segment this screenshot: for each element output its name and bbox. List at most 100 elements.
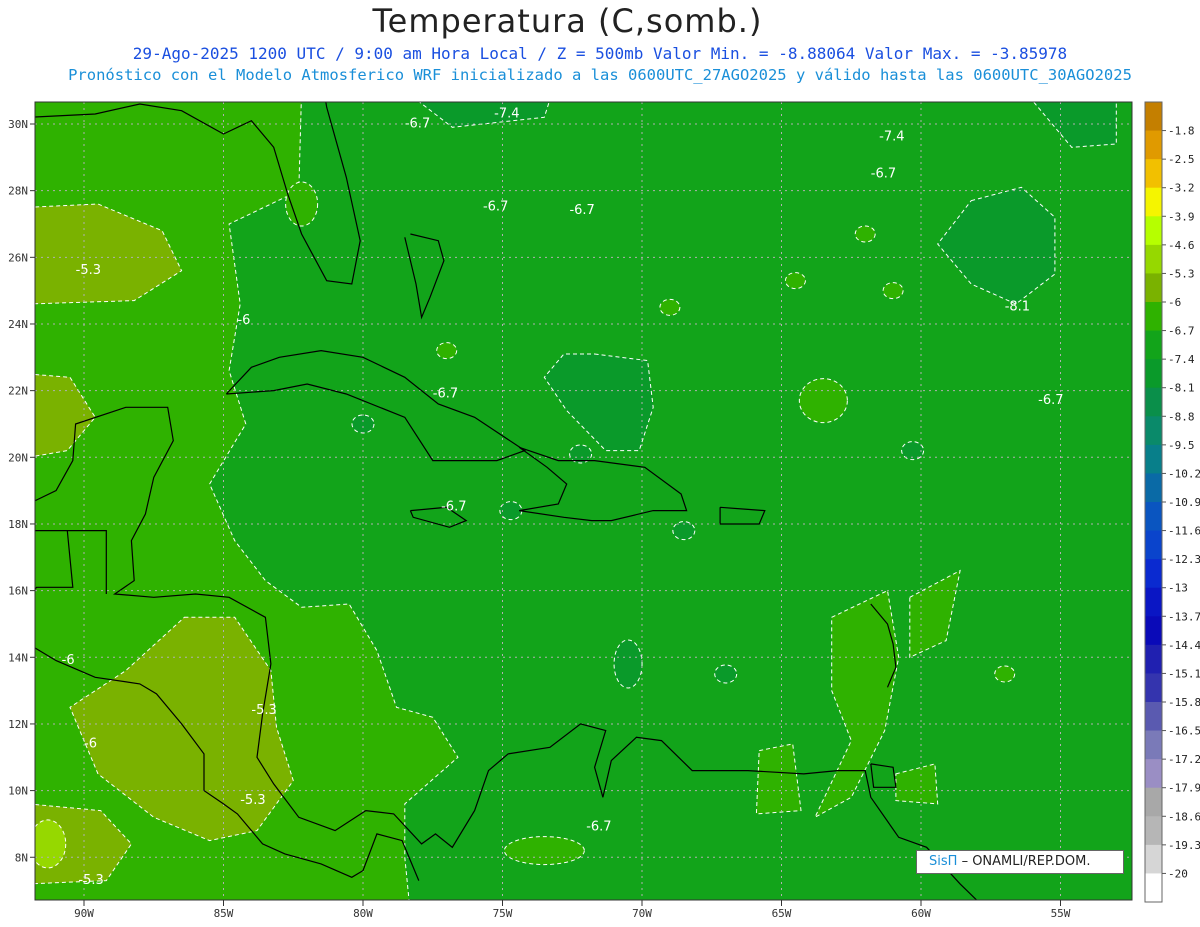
- color-scale-swatch: [1145, 530, 1162, 560]
- contour-label: -6.7: [586, 820, 611, 835]
- color-scale-swatch: [1145, 387, 1162, 417]
- contour-label: -6: [237, 313, 250, 328]
- latitude-label: 8N: [15, 851, 28, 864]
- temperature-patch: [436, 342, 458, 360]
- color-scale-label: -18.6: [1168, 810, 1200, 823]
- color-scale-swatch: [1145, 416, 1162, 446]
- contour-label: -5.3: [240, 793, 265, 808]
- color-scale-label: -13: [1168, 582, 1188, 595]
- color-scale-label: -10.2: [1168, 467, 1200, 480]
- latitude-label: 16N: [8, 585, 28, 598]
- latitude-label: 30N: [8, 118, 28, 131]
- color-scale-label: -8.8: [1168, 410, 1195, 423]
- color-scale-label: -11.6: [1168, 525, 1200, 538]
- longitude-label: 65W: [772, 907, 792, 920]
- color-scale-label: -17.2: [1168, 753, 1200, 766]
- longitude-label: 75W: [493, 907, 513, 920]
- color-scale-label: -15.8: [1168, 696, 1200, 709]
- color-scale-label: -3.2: [1168, 182, 1195, 195]
- color-scale-swatch: [1145, 302, 1162, 332]
- temperature-map: -7.4 -6.7 -7.4 -6.7 -6.7 -6.7 -5.3 -8.1 -6 -6.7 -6…: [8, 101, 1200, 920]
- color-scale-swatch: [1145, 673, 1162, 703]
- color-scale-label: -7.4: [1168, 353, 1195, 366]
- longitude-label: 90W: [74, 907, 94, 920]
- contour-label: -5.3: [251, 703, 276, 718]
- contour-label: -6.7: [441, 500, 466, 515]
- longitude-label: 85W: [214, 907, 234, 920]
- color-scale-label: -9.5: [1168, 439, 1195, 452]
- contour-label: -5.3: [78, 873, 103, 888]
- temperature-patch: [784, 272, 806, 290]
- color-scale-label: -16.5: [1168, 725, 1200, 738]
- color-scale-label: -13.7: [1168, 610, 1200, 623]
- contour-label: -5.3: [76, 263, 101, 278]
- color-scale-label: -19.3: [1168, 839, 1200, 852]
- color-scale-swatch: [1145, 473, 1162, 503]
- color-scale-swatch: [1145, 730, 1162, 760]
- color-scale-label: -3.9: [1168, 210, 1195, 223]
- color-scale-swatch: [1145, 359, 1162, 389]
- color-scale-swatch: [1145, 130, 1162, 160]
- color-scale-swatch: [1145, 330, 1162, 360]
- temperature-patch: [882, 282, 904, 300]
- color-scale-label: -2.5: [1168, 153, 1195, 166]
- color-scale-swatch: [1145, 587, 1162, 617]
- latitude-label: 10N: [8, 785, 28, 798]
- color-scale-swatch: [1145, 844, 1162, 874]
- color-scale-label: -20: [1168, 867, 1188, 880]
- warm-patch-venezuela: [755, 743, 802, 815]
- latitude-label: 24N: [8, 318, 28, 331]
- color-scale-label: -14.4: [1168, 639, 1200, 652]
- temperature-patch: [659, 298, 681, 316]
- temperature-patch: [714, 664, 738, 684]
- color-scale-label: -10.9: [1168, 496, 1200, 509]
- contour-label: -8.1: [1005, 300, 1030, 315]
- color-scale-label: -17.9: [1168, 782, 1200, 795]
- sispi-logo: SisΠ: [929, 854, 958, 869]
- latitude-label: 22N: [8, 385, 28, 398]
- temperature-patch: [994, 665, 1016, 683]
- color-scale-swatch: [1145, 444, 1162, 474]
- color-scale-swatch: [1145, 273, 1162, 303]
- color-scale-label: -8.1: [1168, 382, 1195, 395]
- longitude-label: 80W: [353, 907, 373, 920]
- color-scale-bar: -1.8 -2.5 -3.2 -3.9 -4.6 -5.3 -6 -6.7 -7.4 -8.1 -8…: [1144, 101, 1200, 903]
- color-scale-swatch: [1145, 244, 1162, 274]
- color-scale-label: -6: [1168, 296, 1181, 309]
- map-plot-area: -7.4 -6.7 -7.4 -6.7 -6.7 -6.7 -5.3 -8.1 -6 -6.7 -6…: [35, 102, 1132, 900]
- longitude-label: 70W: [632, 907, 652, 920]
- color-scale-label: -1.8: [1168, 125, 1195, 138]
- credit-box: SisΠ – ONAMLI/REP.DOM.: [916, 850, 1124, 874]
- contour-label: -6.7: [483, 200, 508, 215]
- temperature-patch: [351, 414, 375, 434]
- contour-label: -6: [84, 736, 97, 751]
- contour-label: -7.4: [494, 106, 519, 121]
- color-scale-swatch: [1145, 102, 1162, 132]
- color-scale-label: -12.3: [1168, 553, 1200, 566]
- latitude-label: 18N: [8, 518, 28, 531]
- color-scale-swatch: [1145, 816, 1162, 846]
- latitude-label: 14N: [8, 651, 28, 664]
- color-scale-swatch: [1145, 702, 1162, 732]
- longitude-label: 60W: [911, 907, 931, 920]
- latitude-label: 28N: [8, 185, 28, 198]
- temperature-patch: [285, 181, 319, 227]
- color-scale-swatch: [1145, 644, 1162, 674]
- color-scale-label: -5.3: [1168, 267, 1195, 280]
- color-scale-swatch: [1145, 787, 1162, 817]
- color-scale-swatch: [1145, 873, 1162, 903]
- contour-label: -6.7: [871, 166, 896, 181]
- contour-label: -7.4: [879, 130, 904, 145]
- latitude-label: 26N: [8, 251, 28, 264]
- contour-label: -6.7: [433, 386, 458, 401]
- temperature-patch: [499, 501, 523, 521]
- color-scale-label: -6.7: [1168, 325, 1195, 338]
- latitude-label: 20N: [8, 451, 28, 464]
- contour-label: -6.7: [405, 116, 430, 131]
- contour-label: -6.7: [1038, 393, 1063, 408]
- color-scale-swatch: [1145, 616, 1162, 646]
- color-scale-swatch: [1145, 759, 1162, 789]
- longitude-label: 55W: [1051, 907, 1071, 920]
- color-scale-swatch: [1145, 559, 1162, 589]
- color-scale-label: -15.1: [1168, 667, 1200, 680]
